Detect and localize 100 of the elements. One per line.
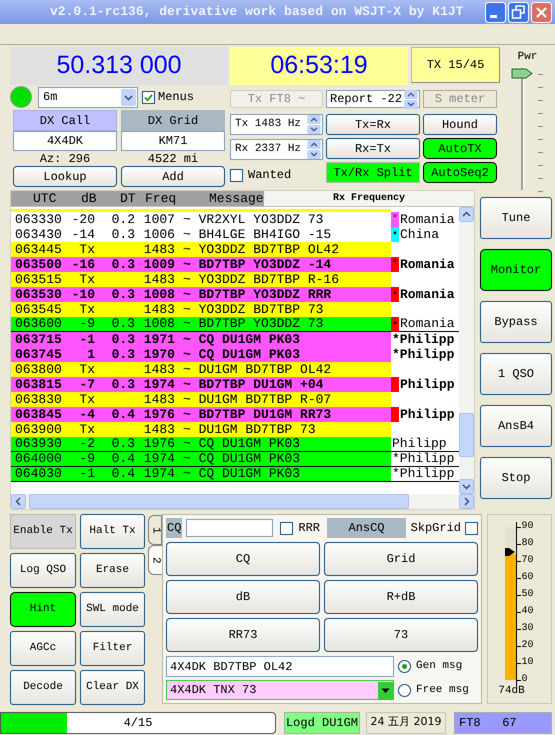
message-button[interactable]: R+dB: [324, 580, 478, 614]
decode-row[interactable]: 063815 -7 0.3 1974 ~ BD7TBP DU1GM +04: [11, 377, 391, 392]
decode-row[interactable]: 063845 -4 0.4 1976 ~ BD7TBP DU1GM RR73: [11, 407, 391, 422]
scroll-down-button[interactable]: [459, 479, 474, 494]
scrollbar-thumb[interactable]: [459, 413, 474, 457]
scale-label: 90: [521, 522, 534, 532]
toggle-button[interactable]: AutoSeq2: [423, 162, 497, 183]
country-cell-text: *Philipp: [392, 450, 454, 468]
action-button[interactable]: Decode: [10, 670, 76, 705]
scale-label: 40: [521, 607, 534, 617]
scale-label: 80: [521, 539, 534, 549]
decode-row[interactable]: 063930 -2 0.3 1976 ~ CQ DU1GM PK03: [11, 437, 391, 451]
radio-button[interactable]: [398, 660, 411, 673]
toggle-button[interactable]: Monitor: [480, 249, 552, 291]
column-header[interactable]: DT: [120, 191, 145, 206]
checkbox[interactable]: [230, 168, 243, 182]
scroll-left-button[interactable]: [11, 494, 26, 509]
lookup-button[interactable]: Lookup: [13, 166, 117, 187]
decode-row[interactable]: 063745 1 0.3 1970 ~ CQ DU1GM PK03: [11, 347, 391, 362]
country-cell-text: Romania: [400, 286, 455, 304]
close-button[interactable]: [531, 2, 552, 22]
message-button[interactable]: CQ: [166, 542, 320, 576]
window-title: v2.0.1-rc136, derivative work based on WSJT-X by K1JT: [50, 3, 464, 22]
column-header[interactable]: Freq: [145, 191, 209, 206]
decode-row[interactable]: 063500 -16 0.3 1009 ~ BD7TBP YO3DDZ -14: [11, 257, 391, 272]
dt-cell-text: 0.3: [112, 376, 135, 394]
checkbox[interactable]: [465, 522, 478, 534]
action-button[interactable]: AGCc: [10, 631, 76, 666]
column-header[interactable]: dB: [81, 191, 120, 206]
action-button[interactable]: Clear DX: [80, 670, 145, 705]
free-message-dropdown[interactable]: 4X4DK TNX 73: [166, 680, 394, 700]
decode-row[interactable]: 063830 Tx 1483 ~ DU1GM BD7TBP R-07: [11, 392, 391, 407]
message-button[interactable]: dB: [166, 580, 320, 614]
horizontal-scrollbar[interactable]: [11, 494, 474, 509]
frequency-cell-text: 1008: [144, 315, 175, 334]
action-button[interactable]: Log QSO: [10, 553, 76, 588]
spin-arrows-icon[interactable]: [404, 90, 418, 108]
column-header[interactable]: Message: [209, 191, 264, 206]
callsign-field[interactable]: 4X4DK: [13, 131, 117, 151]
decode-row[interactable]: 063545 Tx 1483 ~ YO3DDZ BD7TBP 73: [11, 302, 391, 317]
scroll-up-button[interactable]: [459, 207, 474, 222]
toggle-label[interactable]: Tx/Rx Split: [326, 162, 420, 183]
action-button[interactable]: SWL mode: [80, 592, 145, 627]
distance-text: 4522 mi: [148, 150, 198, 168]
tx-frequency-spinbox[interactable]: Tx 1483 Hz: [230, 114, 323, 135]
decode-row[interactable]: 063600 -9 0.3 1008 ~ BD7TBP YO3DDZ 73: [11, 317, 391, 331]
spin-arrows-icon[interactable]: [307, 140, 321, 159]
message-field[interactable]: 4X4DK BD7TBP OL42: [166, 656, 394, 677]
toggle-button[interactable]: Tx=Rx: [326, 114, 420, 135]
grid-field[interactable]: KM71: [121, 131, 225, 151]
band-dropdown[interactable]: 6m: [38, 86, 138, 108]
scrollbar-thumb[interactable]: [29, 494, 409, 509]
message-button[interactable]: RR73: [166, 618, 320, 652]
toggle-button[interactable]: Hound: [423, 114, 497, 135]
decode-row[interactable]: 063900 Tx 1483 ~ DU1GM BD7TBP 73: [11, 422, 391, 437]
tx-period-button[interactable]: TX 15/45: [411, 47, 500, 83]
column-header[interactable]: UTC: [33, 191, 81, 206]
toggle-button[interactable]: Rx=Tx: [326, 138, 420, 159]
add-button[interactable]: Add: [121, 166, 225, 187]
minimize-button[interactable]: [485, 2, 506, 22]
decode-row[interactable]: 063530 -10 0.3 1008 ~ BD7TBP YO3DDZ RRR: [11, 287, 391, 302]
logged-status: Logd DU1GM: [284, 712, 360, 734]
checkbox[interactable]: [142, 90, 155, 104]
toggle-button[interactable]: Tune: [480, 197, 552, 239]
date-status: 24 五月 2019: [366, 712, 446, 734]
rx-frequency-spinbox[interactable]: Rx 2337 Hz: [230, 139, 323, 160]
action-button[interactable]: Erase: [80, 553, 145, 588]
decode-row[interactable]: 063445 Tx 1483 ~ YO3DDZ BD7TBP OL42: [11, 242, 391, 257]
radio-button[interactable]: [398, 684, 411, 696]
action-button[interactable]: Halt Tx: [80, 514, 145, 549]
decode-row[interactable]: 063800 Tx 1483 ~ DU1GM BD7TBP OL42: [11, 362, 391, 377]
action-button[interactable]: Filter: [80, 631, 145, 666]
spin-arrows-icon[interactable]: [307, 115, 321, 134]
message-button[interactable]: 73: [324, 618, 478, 652]
toggle-button[interactable]: AnsB4: [480, 405, 552, 447]
restore-button[interactable]: [508, 2, 529, 22]
decode-row[interactable]: 064030 -1 0.4 1974 ~ CQ DU1GM PK03: [11, 467, 391, 481]
decode-row[interactable]: 063715 -1 0.3 1971 ~ CQ DU1GM PK03: [11, 332, 391, 347]
db-cell-text: -2: [78, 435, 95, 453]
message-button[interactable]: Grid: [324, 542, 478, 576]
checkbox[interactable]: [280, 522, 294, 534]
toggle-button[interactable]: Bypass: [480, 301, 552, 343]
column-header: DX Call: [13, 110, 117, 131]
toggle-button[interactable]: Stop: [480, 457, 552, 499]
vertical-scrollbar[interactable]: [459, 207, 474, 494]
column-header[interactable]: Rx Frequency: [332, 191, 405, 206]
scroll-right-button[interactable]: [459, 494, 474, 509]
report-spinbox[interactable]: Report -22: [326, 90, 420, 108]
action-button[interactable]: Enable Tx: [10, 514, 76, 549]
tab[interactable]: 2: [148, 545, 162, 575]
toggle-button[interactable]: 1 QSO: [480, 353, 552, 395]
country-cell-text: Romania: [400, 256, 455, 274]
action-button[interactable]: Hint: [10, 592, 76, 627]
tab[interactable]: 1: [148, 515, 162, 545]
slider-thumb[interactable]: [510, 68, 532, 78]
cq-input[interactable]: [186, 519, 274, 537]
frequency-cell-text: 1976: [144, 435, 175, 453]
decode-row[interactable]: 063515 Tx 1483 ~ YO3DDZ BD7TBP R-16: [11, 272, 391, 287]
toggle-button[interactable]: AutoTX: [423, 138, 497, 159]
decode-row[interactable]: 064000 -9 0.4 1974 ~ CQ DU1GM PK03: [11, 452, 391, 466]
